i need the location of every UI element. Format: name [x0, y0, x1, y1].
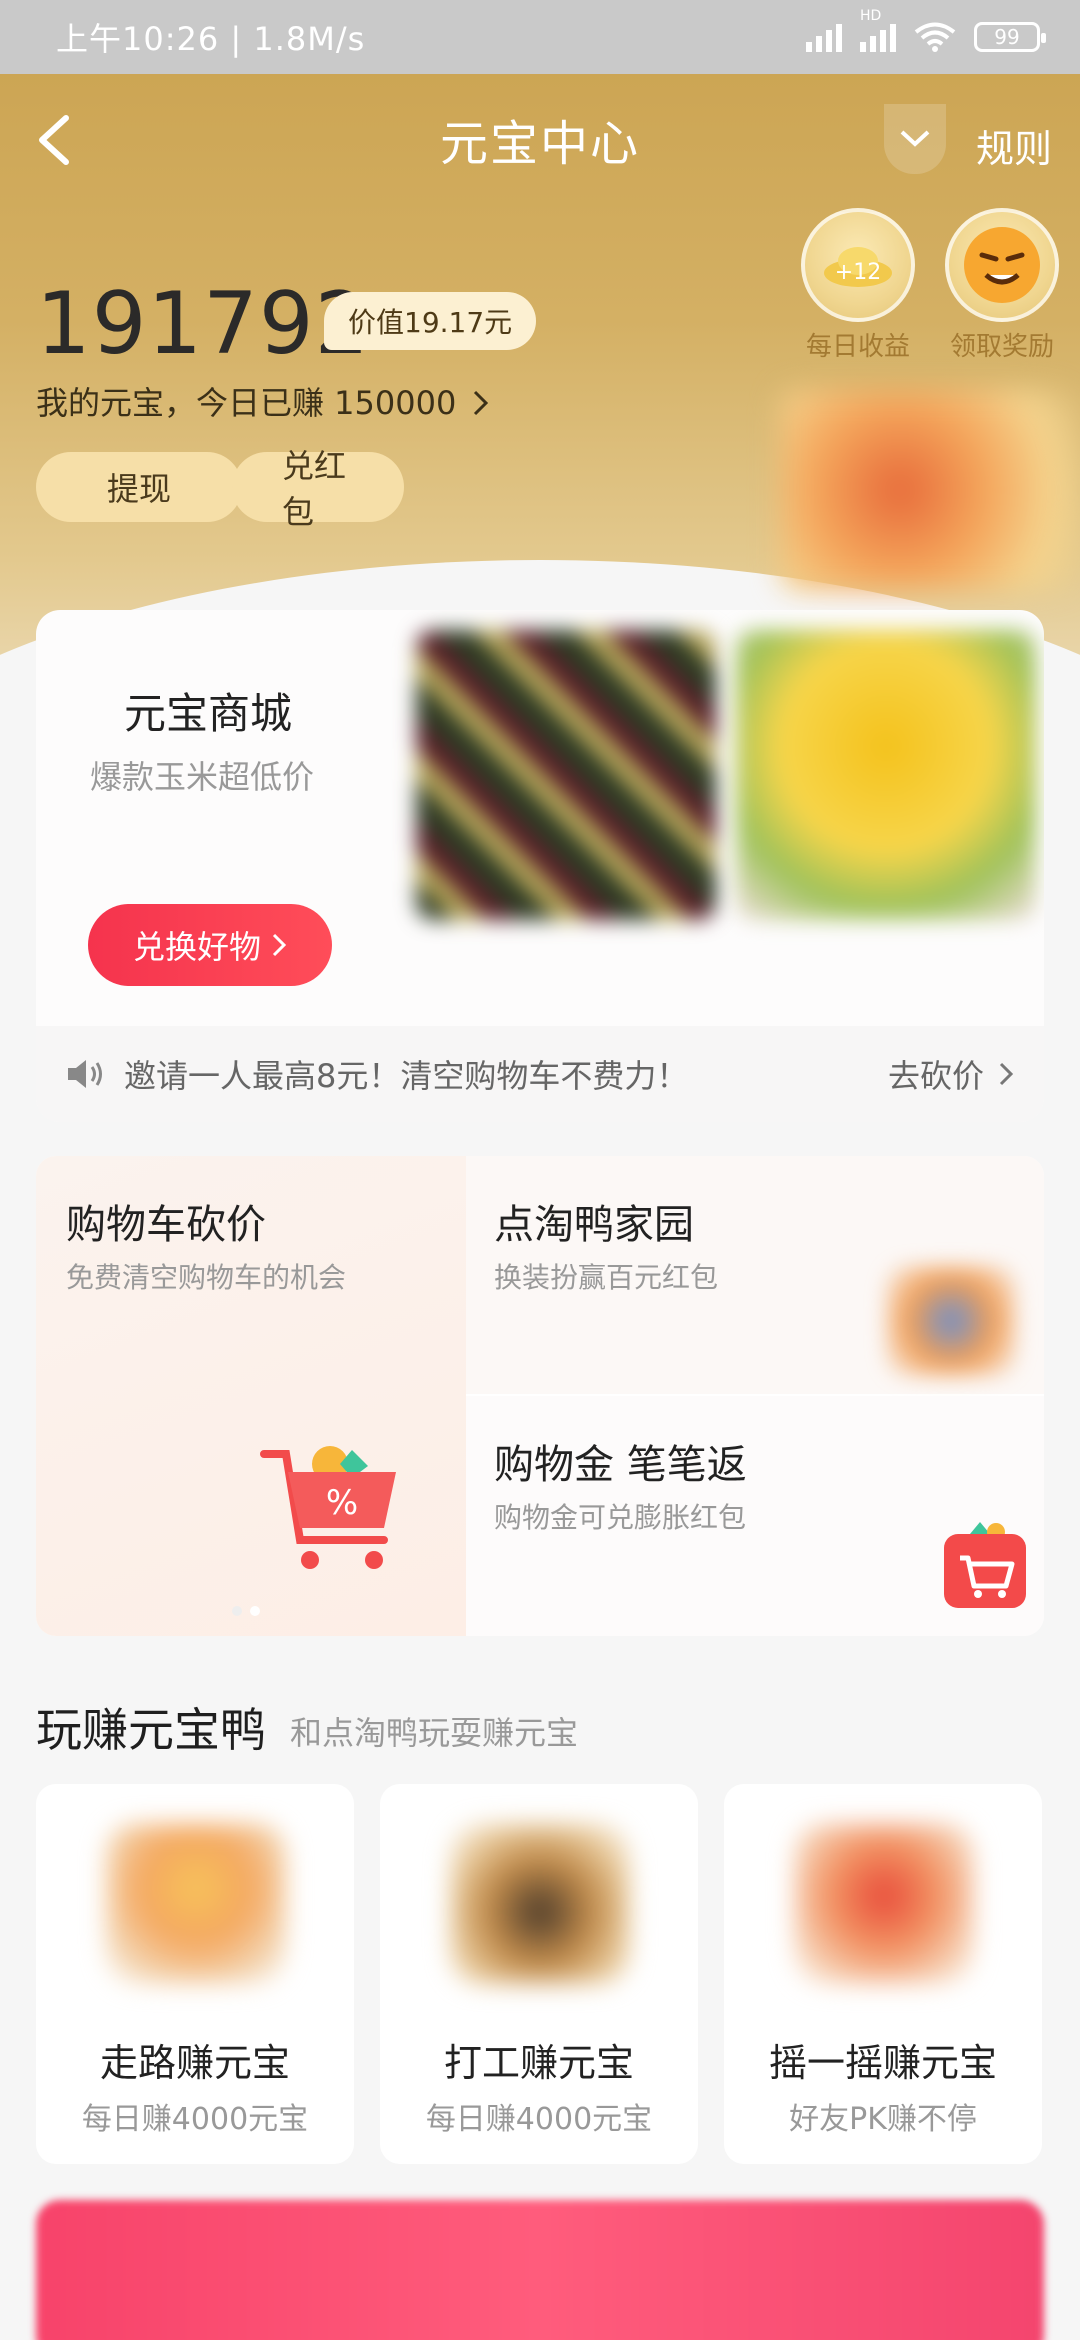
play-card-walk[interactable]: 走路赚元宝 每日赚4000元宝 — [36, 1784, 354, 2164]
smiley-duck-icon — [945, 208, 1059, 322]
shopping-gold-title: 购物金 笔笔返 — [494, 1442, 747, 1488]
withdraw-button[interactable]: 提现 — [36, 452, 242, 522]
claim-reward-label: 领取奖励 — [949, 332, 1054, 362]
notice-bar[interactable]: 邀请一人最高8元！清空购物车不费力！ 去砍价 — [36, 1026, 1044, 1122]
duck-home-card[interactable]: 点淘鸭家园 换装扮赢百元红包 — [466, 1156, 1044, 1394]
go-bargain-link[interactable]: 去砍价 — [888, 1051, 1014, 1097]
chevron-down-icon[interactable] — [884, 104, 946, 174]
hd-label: HD — [860, 8, 882, 24]
play-card-title: 走路赚元宝 — [99, 2041, 290, 2085]
feature-grid: 购物车砍价 免费清空购物车的机会 % 点淘鸭家园 换装扮赢百元红包 购物金 笔笔… — [36, 1156, 1044, 1636]
chevron-right-icon — [272, 933, 287, 957]
battery-level: 99 — [994, 25, 1020, 49]
shake-image — [794, 1824, 974, 1984]
speaker-icon — [68, 1060, 102, 1088]
earned-today-link[interactable]: 我的元宝，今日已赚 150000 — [36, 378, 491, 424]
wifi-icon — [914, 22, 956, 52]
shopping-gold-subtitle: 购物金可兑膨胀红包 — [494, 1501, 747, 1534]
yuanbao-center-page: 上午10:26 | 1.8M/s HD 99 元宝中心 规则 +12 每日收益 … — [0, 0, 1080, 2340]
play-section-title: 玩赚元宝鸭 — [36, 1703, 266, 1757]
play-card-subtitle: 每日赚4000元宝 — [81, 2102, 309, 2137]
redeem-goods-label: 兑换好物 — [132, 928, 261, 966]
daily-income-label: 每日收益 — [805, 332, 910, 362]
pagination-dots — [232, 1606, 260, 1616]
exchange-red-packet-button[interactable]: 兑红包 — [232, 447, 404, 531]
duck-home-subtitle: 换装扮赢百元红包 — [494, 1261, 719, 1294]
cart-bargain-card[interactable]: 购物车砍价 免费清空购物车的机会 % — [36, 1156, 466, 1636]
duck-home-title: 点淘鸭家园 — [494, 1202, 694, 1248]
chevron-right-icon — [999, 1062, 1014, 1086]
shopping-bag-cart-icon — [944, 1522, 1026, 1608]
daily-income-button[interactable]: +12 每日收益 — [798, 208, 918, 363]
earned-today-text: 我的元宝，今日已赚 150000 — [36, 384, 457, 422]
play-card-title: 摇一摇赚元宝 — [768, 2041, 997, 2085]
cart-bargain-title: 购物车砍价 — [66, 1202, 266, 1248]
cart-bargain-subtitle: 免费清空购物车的机会 — [66, 1261, 347, 1294]
bottom-promo-banner[interactable] — [36, 2200, 1044, 2340]
value-badge: 价值19.17元 — [324, 292, 537, 350]
yuanbao-balance: 191792 — [36, 274, 371, 374]
status-bar: 上午10:26 | 1.8M/s HD 99 — [0, 0, 1080, 74]
signal-icon — [806, 22, 842, 52]
claim-reward-button[interactable]: 领取奖励 — [942, 208, 1062, 363]
status-icons: HD 99 — [806, 8, 1046, 53]
yuanbao-mall-card[interactable]: 元宝商城 爆款玉米超低价 兑换好物 邀请一人最高8元！清空购物车不费力！ 去砍价 — [36, 610, 1044, 1122]
rules-link[interactable]: 规则 — [976, 118, 1052, 173]
mall-subtitle: 爆款玉米超低价 — [90, 758, 315, 796]
shopping-gold-card[interactable]: 购物金 笔笔返 购物金可兑膨胀红包 — [466, 1396, 1044, 1636]
product-image-2[interactable] — [736, 630, 1036, 920]
notice-text: 邀请一人最高8元！清空购物车不费力！ — [124, 1057, 689, 1095]
play-card-title: 打工赚元宝 — [443, 2041, 634, 2085]
play-section-subtitle: 和点淘鸭玩耍赚元宝 — [290, 1714, 579, 1752]
mall-title: 元宝商城 — [124, 689, 293, 738]
play-card-work[interactable]: 打工赚元宝 每日赚4000元宝 — [380, 1784, 698, 2164]
duck-home-image — [886, 1266, 1016, 1376]
chevron-right-icon — [473, 390, 488, 416]
product-image-1[interactable] — [416, 630, 716, 920]
work-image — [450, 1824, 630, 1984]
redeem-goods-button[interactable]: 兑换好物 — [88, 904, 332, 986]
svg-text:%: % — [326, 1483, 358, 1523]
daily-income-badge: +12 — [834, 260, 882, 285]
battery-icon: 99 — [974, 22, 1046, 52]
go-bargain-label: 去砍价 — [887, 1057, 984, 1095]
status-time-speed: 上午10:26 | 1.8M/s — [56, 20, 366, 58]
hd-signal-icon: HD — [860, 8, 896, 52]
walk-image — [106, 1824, 286, 1984]
hero-promo-image — [780, 390, 1080, 590]
gold-ingot-icon: +12 — [801, 208, 915, 322]
nav-bar: 元宝中心 规则 — [0, 74, 1080, 204]
play-card-subtitle: 好友PK赚不停 — [789, 2102, 977, 2137]
play-card-subtitle: 每日赚4000元宝 — [425, 2102, 653, 2137]
play-card-shake[interactable]: 摇一摇赚元宝 好友PK赚不停 — [724, 1784, 1042, 2164]
shopping-cart-discount-icon: % — [260, 1446, 396, 1569]
